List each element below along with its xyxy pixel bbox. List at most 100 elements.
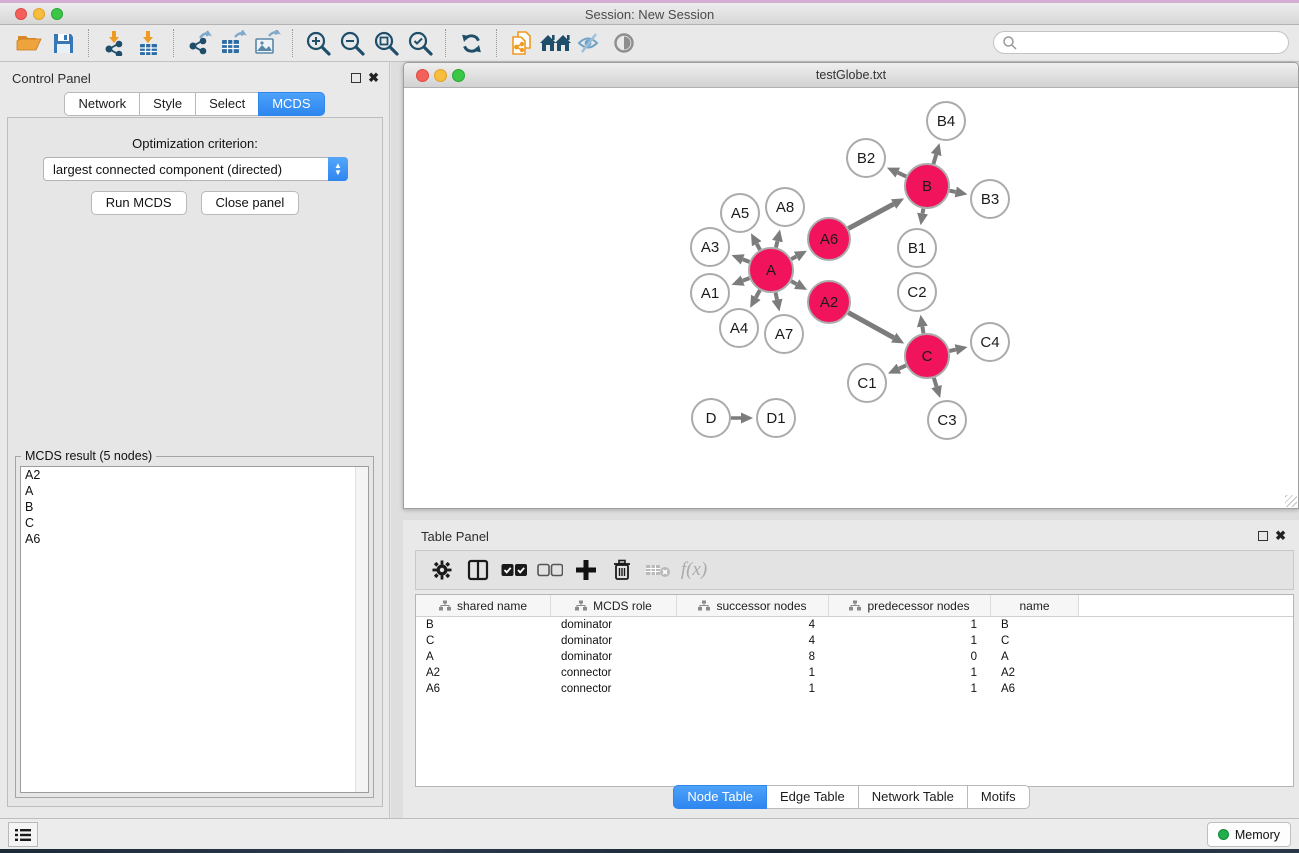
graph-node-C[interactable]: C <box>905 334 949 378</box>
table-settings-button[interactable] <box>426 554 458 586</box>
graph-node-A7[interactable]: A7 <box>765 315 803 353</box>
graph-node-D1[interactable]: D1 <box>757 399 795 437</box>
zoom-selected-button[interactable] <box>403 27 437 59</box>
open-session-button[interactable] <box>12 27 46 59</box>
export-image-button[interactable] <box>250 27 284 59</box>
delete-table-button[interactable] <box>642 554 674 586</box>
graph-node-A1[interactable]: A1 <box>691 274 729 312</box>
graph-node-C2[interactable]: C2 <box>898 273 936 311</box>
tree-icon <box>439 600 451 611</box>
graph-edge-C-C2 <box>922 327 923 334</box>
mcds-result-item[interactable]: A2 <box>21 467 368 483</box>
unselect-all-columns-button[interactable] <box>534 554 566 586</box>
mcds-result-item[interactable]: B <box>21 499 368 515</box>
tab-network[interactable]: Network <box>64 92 140 116</box>
add-column-button[interactable] <box>570 554 602 586</box>
mcds-tab-content: Optimization criterion: largest connecte… <box>7 117 383 807</box>
table-cell: 1 <box>677 683 829 695</box>
table-row[interactable]: Cdominator41C <box>416 633 1293 649</box>
hide-selected-button[interactable] <box>573 27 607 59</box>
graph-node-B4[interactable]: B4 <box>927 102 965 140</box>
tab-select[interactable]: Select <box>195 92 259 116</box>
export-network-button[interactable] <box>182 27 216 59</box>
import-table-button[interactable] <box>131 27 165 59</box>
graph-node-B2[interactable]: B2 <box>847 139 885 177</box>
memory-button[interactable]: Memory <box>1207 822 1291 847</box>
refresh-button[interactable] <box>454 27 488 59</box>
select-all-columns-button[interactable] <box>498 554 530 586</box>
graph-node-A8[interactable]: A8 <box>766 188 804 226</box>
tab-mcds[interactable]: MCDS <box>258 92 324 116</box>
column-header-shared-name[interactable]: shared name <box>416 595 551 616</box>
graph-node-label: C1 <box>857 375 876 392</box>
import-network-button[interactable] <box>97 27 131 59</box>
graph-node-A[interactable]: A <box>749 248 793 292</box>
graph-node-A2[interactable]: A2 <box>808 281 850 323</box>
table-row[interactable]: A6connector11A6 <box>416 681 1293 697</box>
table-row[interactable]: A2connector11A2 <box>416 665 1293 681</box>
list-scrollbar[interactable] <box>355 467 368 792</box>
task-history-button[interactable] <box>8 822 38 847</box>
show-columns-button[interactable] <box>462 554 494 586</box>
graph-node-C4[interactable]: C4 <box>971 323 1009 361</box>
table-row[interactable]: Adominator80A <box>416 649 1293 665</box>
network-canvas[interactable]: B4 B2 B B3 A5A8A6 A3 B1 A A1 C2 A2 A4A7 C4 C C1 C3 D D1 <box>405 89 1297 507</box>
mcds-result-item[interactable]: A6 <box>21 531 368 547</box>
mcds-result-item[interactable]: C <box>21 515 368 531</box>
function-builder-button[interactable]: f(x) <box>678 554 710 586</box>
graph-node-D[interactable]: D <box>692 399 730 437</box>
export-table-button[interactable] <box>216 27 250 59</box>
graph-node-B3[interactable]: B3 <box>971 180 1009 218</box>
memory-status-icon <box>1218 829 1229 840</box>
table-cell: 4 <box>677 635 829 647</box>
tab-node-table[interactable]: Node Table <box>673 785 767 809</box>
column-header-predecessor-nodes[interactable]: predecessor nodes <box>829 595 991 616</box>
zoom-out-button[interactable] <box>335 27 369 59</box>
graph-edge-A-A4 <box>756 290 760 297</box>
close-panel-button[interactable]: Close panel <box>201 191 300 215</box>
table-panel-title: Table Panel <box>421 529 489 544</box>
tab-edge-table[interactable]: Edge Table <box>766 785 859 809</box>
optimization-criterion-dropdown[interactable]: largest connected component (directed) ▲… <box>43 157 348 181</box>
zoom-in-button[interactable] <box>301 27 335 59</box>
column-header-successor-nodes[interactable]: successor nodes <box>677 595 829 616</box>
search-field[interactable] <box>993 31 1289 54</box>
float-panel-icon[interactable] <box>351 73 361 83</box>
control-panel-header: Control Panel ✖ <box>0 62 389 92</box>
graph-node-C1[interactable]: C1 <box>848 364 886 402</box>
graph-node-B[interactable]: B <box>905 164 949 208</box>
graph-node-A3[interactable]: A3 <box>691 228 729 266</box>
window-resize-grip[interactable] <box>1285 495 1297 507</box>
graph-node-B1[interactable]: B1 <box>898 229 936 267</box>
graph-node-A4[interactable]: A4 <box>720 309 758 347</box>
tab-motifs[interactable]: Motifs <box>967 785 1030 809</box>
dropdown-stepper-icon: ▲▼ <box>328 157 348 181</box>
column-header-MCDS-role[interactable]: MCDS role <box>551 595 677 616</box>
column-header-label: predecessor nodes <box>867 599 969 613</box>
graph-node-A5[interactable]: A5 <box>721 194 759 232</box>
table-row[interactable]: Bdominator41B <box>416 617 1293 633</box>
graph-node-A6[interactable]: A6 <box>808 218 850 260</box>
show-eye-button[interactable] <box>607 27 641 59</box>
close-panel-icon[interactable]: ✖ <box>368 70 379 86</box>
mcds-result-item[interactable]: A <box>21 483 368 499</box>
home-view-button[interactable] <box>539 27 573 59</box>
close-panel-icon[interactable]: ✖ <box>1275 528 1286 544</box>
graph-node-C3[interactable]: C3 <box>928 401 966 439</box>
tree-icon <box>698 600 710 611</box>
network-window-titlebar[interactable]: testGlobe.txt <box>404 63 1298 88</box>
table-cell: A6 <box>991 683 1079 695</box>
save-session-button[interactable] <box>46 27 80 59</box>
float-panel-icon[interactable] <box>1258 531 1268 541</box>
column-header-name[interactable]: name <box>991 595 1079 616</box>
toolbar-separator <box>173 29 174 57</box>
tab-style[interactable]: Style <box>139 92 196 116</box>
search-input[interactable] <box>1018 34 1288 52</box>
run-mcds-button[interactable]: Run MCDS <box>91 191 187 215</box>
zoom-fit-button[interactable] <box>369 27 403 59</box>
graph-node-label: A1 <box>701 285 719 302</box>
tab-network-table[interactable]: Network Table <box>858 785 968 809</box>
duplicate-network-button[interactable] <box>505 27 539 59</box>
delete-column-button[interactable] <box>606 554 638 586</box>
graph-edge-A-A2 <box>791 281 796 284</box>
